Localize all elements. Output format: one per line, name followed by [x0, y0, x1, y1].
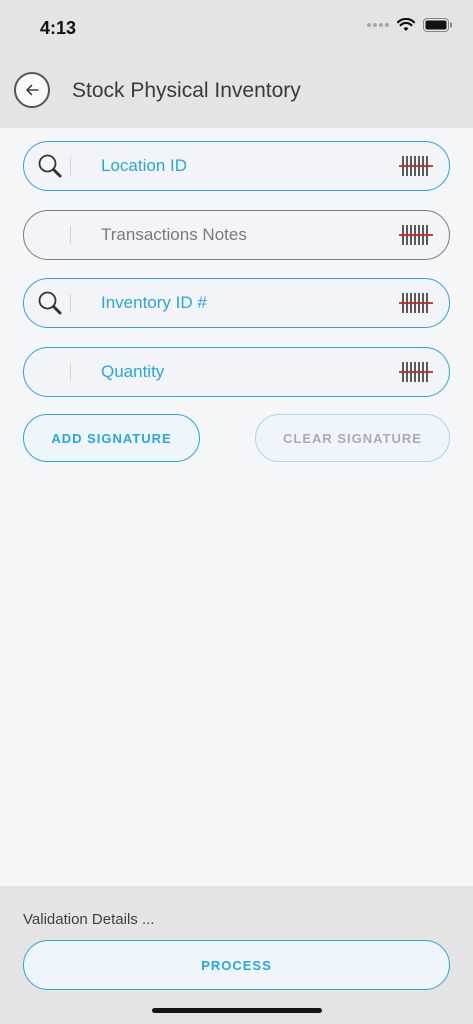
field-divider [70, 157, 71, 175]
transactions-notes-field[interactable]: Transactions Notes [23, 210, 450, 260]
quantity-input[interactable]: Quantity [101, 362, 399, 382]
back-arrow-icon [26, 84, 39, 96]
top-bar: 4:13 Stock Physical Inventory [0, 0, 473, 128]
field-lead [24, 211, 70, 259]
status-icons [367, 18, 453, 32]
inventory-id-field[interactable]: Inventory ID # [23, 278, 450, 328]
field-divider [70, 226, 71, 244]
search-icon[interactable] [37, 290, 63, 316]
clear-signature-button[interactable]: CLEAR SIGNATURE [255, 414, 450, 462]
page-title: Stock Physical Inventory [72, 79, 301, 102]
battery-icon [423, 18, 453, 32]
location-id-input[interactable]: Location ID [101, 156, 399, 176]
quantity-field[interactable]: Quantity [23, 347, 450, 397]
add-signature-button[interactable]: ADD SIGNATURE [23, 414, 200, 462]
barcode-scan-icon[interactable] [399, 292, 439, 314]
barcode-scan-icon[interactable] [399, 361, 439, 383]
validation-details[interactable]: Validation Details ... [23, 911, 154, 928]
field-divider [70, 294, 71, 312]
process-button[interactable]: PROCESS [23, 940, 450, 990]
field-lead [24, 279, 70, 327]
field-lead [24, 348, 70, 396]
transactions-notes-input[interactable]: Transactions Notes [101, 225, 399, 245]
signal-icon [367, 23, 389, 27]
home-indicator[interactable] [152, 1008, 322, 1013]
search-icon[interactable] [37, 153, 63, 179]
field-lead [24, 142, 70, 190]
wifi-icon [397, 18, 415, 32]
location-id-field[interactable]: Location ID [23, 141, 450, 191]
bottom-panel: Validation Details ... PROCESS [0, 886, 473, 1024]
back-button[interactable] [14, 72, 50, 108]
status-time: 4:13 [40, 18, 77, 38]
field-divider [70, 363, 71, 381]
inventory-id-input[interactable]: Inventory ID # [101, 293, 399, 313]
barcode-scan-icon[interactable] [399, 155, 439, 177]
barcode-scan-icon[interactable] [399, 224, 439, 246]
